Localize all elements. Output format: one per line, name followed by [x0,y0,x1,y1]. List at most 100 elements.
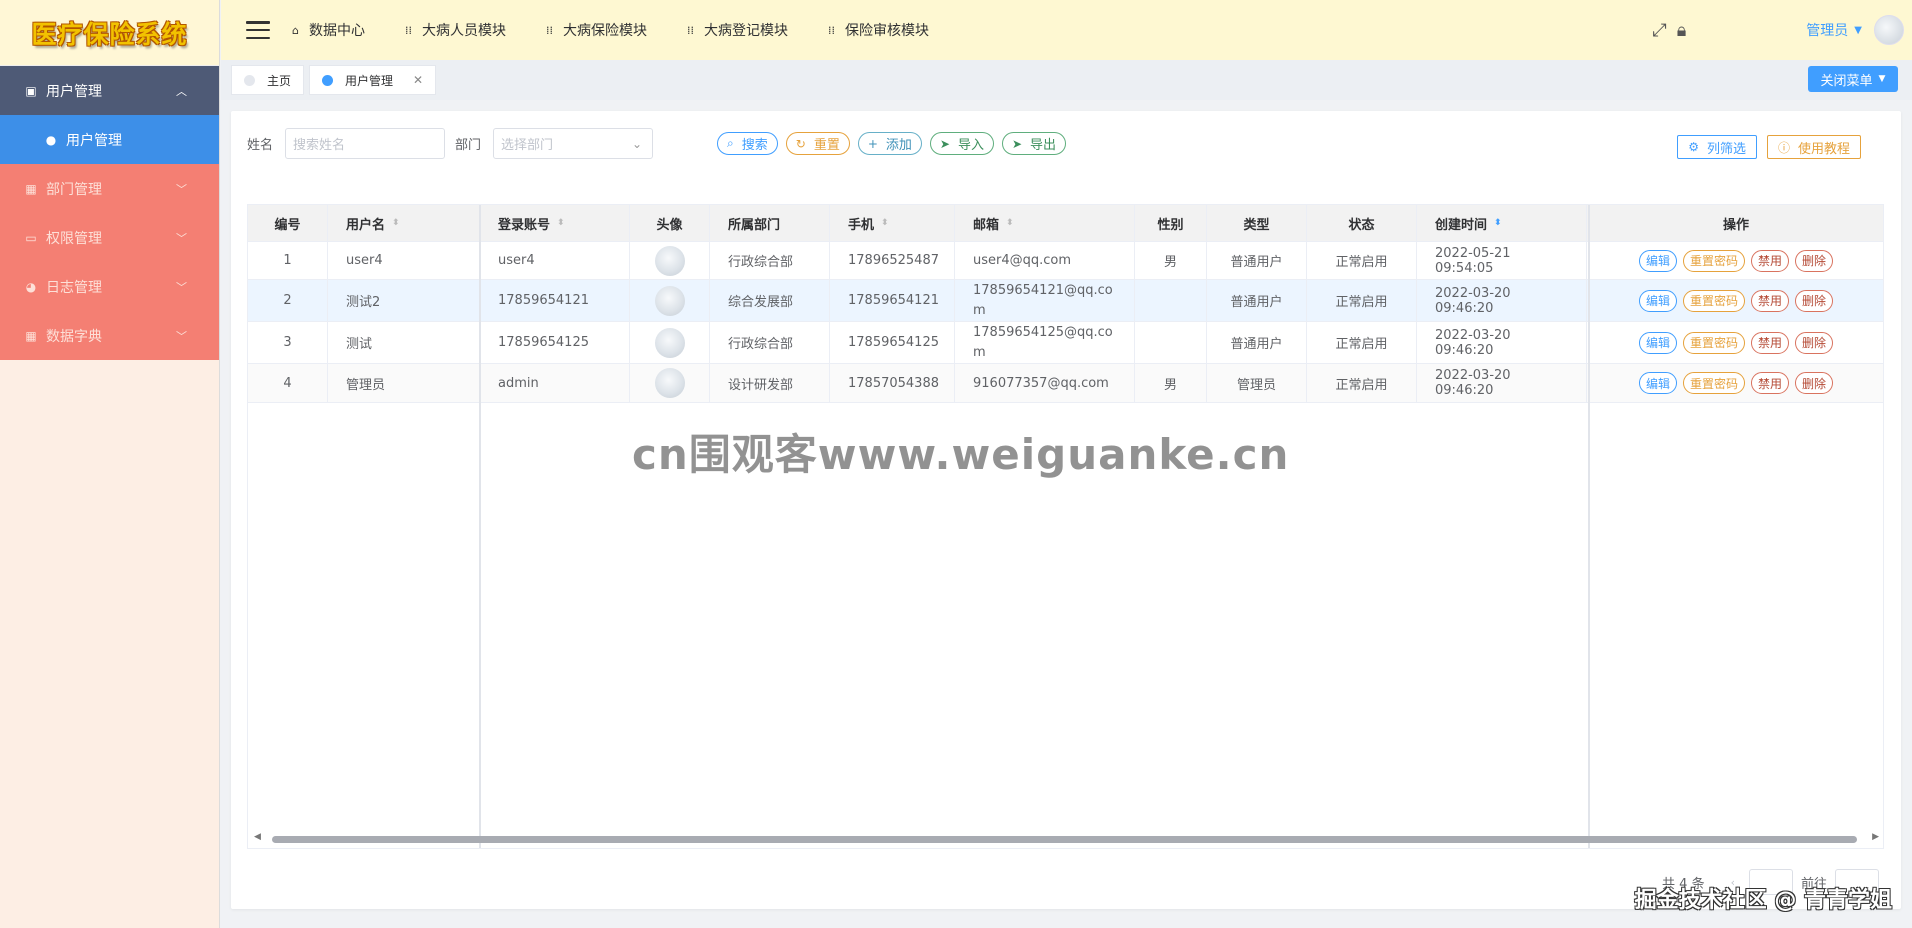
top-nav: ⌂ 数据中心 ⁞⁞ 大病人员模块 ⁞⁞ 大病保险模块 ⁞⁞ 大病登记模块 ⁞⁞ … [292,20,969,40]
cell-email: 916077357@qq.com [955,364,1135,403]
sidebar-subitem-user-management[interactable]: ● 用户管理 [0,115,219,164]
col-header[interactable]: 登录账号 ⬍ [480,205,630,242]
reset-password-button[interactable]: 重置密码 [1682,331,1745,354]
delete-button[interactable]: 删除 [1795,249,1834,272]
col-label: 登录账号 [498,217,551,233]
name-search-input[interactable]: 搜索姓名 [285,128,446,159]
edit-button[interactable]: 编辑 [1638,372,1677,394]
reset-password-button[interactable]: 重置密码 [1682,289,1745,312]
sidebar-item-dept-management[interactable]: ▦ 部门管理 ﹀ [0,164,219,213]
cell-email: 17859654121@qq.com [955,280,1135,322]
sort-icon[interactable]: ⬍ [1006,218,1014,228]
disable-button[interactable]: 禁用 [1751,249,1790,272]
scrollbar-thumb[interactable] [272,836,1857,843]
avatar [654,368,685,398]
edit-button[interactable]: 编辑 [1638,331,1677,354]
user-card-icon: ▣ [25,83,37,98]
table-row[interactable]: 1 user4 user4 行政综合部 17896525487 user4@qq… [248,242,1883,280]
col-header[interactable]: 手机 ⬍ [830,205,955,242]
cell-created: 2022-03-20 09:46:20 [1417,322,1587,364]
avatar[interactable] [1874,15,1904,45]
topnav-label: 保险审核模块 [844,23,929,39]
cell-username: 管理员 [328,364,480,403]
close-menu-button[interactable]: 关闭菜单 ▼ [1808,66,1898,92]
cell-status: 正常启用 [1307,280,1417,322]
lock-icon[interactable]: 🔒︎ [1677,20,1687,41]
avatar [654,327,685,358]
cell-phone: 17859654125 [830,322,955,364]
column-filter-button[interactable]: ⚙ 列筛选 [1677,135,1757,159]
app-logo: 医疗保险系统 [0,0,219,66]
col-header: 头像 [630,205,710,242]
cell-id: 1 [248,242,328,280]
cell-id: 2 [248,280,328,322]
table-row[interactable]: 2 测试2 17859654121 综合发展部 17859654121 1785… [248,280,1883,322]
cell-username: 测试 [328,322,480,364]
col-header[interactable]: 邮箱 ⬍ [955,205,1135,242]
tab-user-management[interactable]: 用户管理 ✕ [309,65,437,95]
caret-down-icon: ▼ [1878,74,1886,84]
dept-select[interactable]: 选择部门 ⌄ [493,128,654,159]
export-button[interactable]: ➤ 导出 [1001,132,1067,155]
cell-phone: 17859654121 [830,280,955,322]
topnav-item-review[interactable]: ⁞⁞ 保险审核模块 [828,20,929,40]
delete-button[interactable]: 删除 [1795,289,1834,312]
disable-button[interactable]: 禁用 [1751,289,1790,312]
col-header[interactable]: 创建时间 ⬍ [1417,205,1587,242]
topnav-label: 大病登记模块 [703,23,788,39]
table-row[interactable]: 3 测试 17859654125 行政综合部 17859654125 17859… [248,322,1883,364]
sidebar-item-permission-management[interactable]: ▭ 权限管理 ﹀ [0,213,219,262]
horizontal-scrollbar[interactable]: ◀ ▶ [254,832,1879,844]
edit-button[interactable]: 编辑 [1638,289,1677,312]
col-label: 编号 [274,217,301,233]
reset-password-button[interactable]: 重置密码 [1682,372,1745,394]
scroll-right-icon[interactable]: ▶ [1872,832,1879,842]
close-icon[interactable]: ✕ [413,73,423,87]
disable-button[interactable]: 禁用 [1751,372,1790,394]
col-label: 状态 [1348,217,1375,233]
sidebar-item-data-dictionary[interactable]: ▦ 数据字典 ﹀ [0,311,219,360]
sidebar-item-label: 用户管理 [66,132,122,149]
sort-icon[interactable]: ⬍ [392,218,400,228]
grid-icon: ⁞⁞ [545,23,553,37]
hamburger-menu-icon[interactable] [246,21,270,39]
topnav-item-insurance[interactable]: ⁞⁞ 大病保险模块 [546,20,647,40]
edit-button[interactable]: 编辑 [1638,249,1677,272]
search-label: 搜索 [741,138,768,153]
add-button[interactable]: + 添加 [857,132,922,155]
sort-icon[interactable]: ⬍ [557,218,565,228]
chevron-down-icon: ⌄ [631,136,643,151]
scroll-left-icon[interactable]: ◀ [254,832,261,842]
search-button[interactable]: ⌕ 搜索 [717,132,778,155]
delete-button[interactable]: 删除 [1795,331,1834,354]
col-header: 类型 [1207,205,1307,242]
delete-button[interactable]: 删除 [1795,372,1834,394]
header-right: ⤢ 🔒︎ 管理员 ▼ [1652,0,1912,60]
fullscreen-icon[interactable]: ⤢ [1652,20,1666,41]
cell-type: 管理员 [1207,364,1307,403]
reset-button[interactable]: ↻ 重置 [785,132,850,155]
col-label: 性别 [1157,217,1184,233]
topnav-item-data-center[interactable]: ⌂ 数据中心 [292,20,365,40]
reset-password-button[interactable]: 重置密码 [1682,249,1745,272]
caret-down-icon[interactable]: ▼ [1854,25,1862,36]
topnav-item-patients[interactable]: ⁞⁞ 大病人员模块 [405,20,506,40]
col-header: 所属部门 [710,205,830,242]
sort-icon[interactable]: ⬍ [881,218,889,228]
import-label: 导入 [957,138,984,153]
col-header[interactable]: 用户名 ⬍ [328,205,480,242]
chevron-up-icon: ︿ [176,84,187,98]
user-table: 编号 用户名 ⬍ 登录账号 ⬍ 头像 所属部门 手机 ⬍ 邮箱 ⬍ 性别 类型 状态 创… [247,204,1884,849]
import-button[interactable]: ➤ 导入 [929,132,994,155]
disable-button[interactable]: 禁用 [1751,331,1790,354]
tutorial-label: 使用教程 [1797,141,1850,157]
sidebar-item-log-management[interactable]: ◕ 日志管理 ﹀ [0,262,219,311]
tab-home[interactable]: 主页 [231,65,305,95]
sidebar-item-user-management[interactable]: ▣ 用户管理 ︿ [0,66,219,115]
sort-desc-icon[interactable]: ⬍ [1494,218,1502,228]
cell-avatar [630,322,710,364]
user-menu[interactable]: 管理员 [1806,20,1848,40]
topnav-item-registration[interactable]: ⁞⁞ 大病登记模块 [687,20,788,40]
tutorial-button[interactable]: ⓘ 使用教程 [1766,135,1861,159]
table-row[interactable]: 4 管理员 admin 设计研发部 17857054388 916077357@… [248,364,1883,403]
